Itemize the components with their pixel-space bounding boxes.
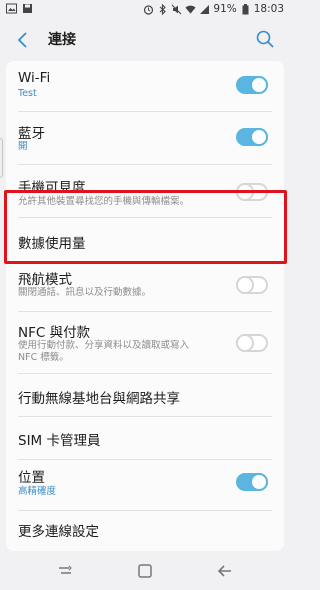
- image-icon: [6, 3, 17, 14]
- edge-panel-handle[interactable]: [0, 138, 3, 178]
- location-toggle[interactable]: [236, 473, 268, 491]
- setting-sub-line1: 使用行動付款、分享資料以及讀取或寫入: [18, 340, 190, 351]
- setting-row-location[interactable]: 位置 高精確度: [6, 460, 284, 510]
- setting-sub: 允許其他裝置尋找您的手機與傳輸檔案。: [18, 196, 190, 207]
- setting-label: 數據使用量: [18, 236, 86, 252]
- save-icon: [22, 3, 33, 14]
- setting-label: 飛航模式: [18, 272, 72, 288]
- setting-row-sim-manager[interactable]: SIM 卡管理員: [6, 417, 284, 459]
- setting-sub: 高精確度: [18, 486, 57, 497]
- setting-label: 更多連線設定: [18, 524, 99, 540]
- back-arrow-icon[interactable]: [12, 28, 36, 52]
- setting-label: SIM 卡管理員: [18, 433, 101, 449]
- setting-row-more-connection[interactable]: 更多連線設定: [6, 511, 284, 551]
- setting-row-hotspot[interactable]: 行動無線基地台與網路共享: [6, 374, 284, 416]
- mute-icon: [171, 4, 182, 15]
- airplane-toggle[interactable]: [236, 276, 268, 294]
- setting-row-phone-visibility[interactable]: 手機可見度 允許其他裝置尋找您的手機與傳輸檔案。: [6, 165, 284, 217]
- bluetooth-toggle[interactable]: [236, 128, 268, 146]
- page-title: 連接: [48, 32, 76, 48]
- setting-row-airplane-mode[interactable]: 飛航模式 關閉通話、訊息以及行動數據。: [6, 264, 284, 314]
- setting-label: 藍牙: [18, 126, 45, 142]
- setting-label: 行動無線基地台與網路共享: [18, 391, 180, 407]
- battery-icon: [240, 3, 251, 15]
- recents-icon[interactable]: [55, 562, 75, 580]
- alarm-icon: [143, 4, 154, 15]
- clock: 18:03: [253, 3, 284, 15]
- signal-icon: [199, 4, 210, 15]
- setting-label: NFC 與付款: [18, 325, 91, 341]
- settings-list: Wi-Fi Test 藍牙 開 手機可見度 允許其他裝置尋找您的手機與傳輸檔案。…: [6, 61, 284, 551]
- search-icon[interactable]: [254, 28, 276, 50]
- setting-sub: 關閉通話、訊息以及行動數據。: [18, 287, 152, 298]
- app-bar: 連接: [0, 20, 290, 60]
- setting-row-nfc[interactable]: NFC 與付款 使用行動付款、分享資料以及讀取或寫入 NFC 標籤。: [6, 312, 284, 372]
- nav-bar: [0, 552, 290, 590]
- wifi-toggle[interactable]: [236, 76, 268, 94]
- status-right: 91% 18:03: [143, 3, 284, 15]
- status-left: [6, 3, 33, 14]
- setting-row-wifi[interactable]: Wi-Fi Test: [6, 61, 284, 111]
- back-nav-icon[interactable]: [215, 562, 235, 580]
- visibility-toggle[interactable]: [236, 183, 268, 201]
- status-bar: 91% 18:03: [0, 0, 290, 20]
- setting-label: 位置: [18, 470, 45, 486]
- nfc-toggle[interactable]: [236, 334, 268, 352]
- setting-row-data-usage[interactable]: 數據使用量: [6, 218, 284, 263]
- wifi-icon: [185, 4, 196, 15]
- battery-percent: 91%: [213, 3, 237, 15]
- home-icon[interactable]: [135, 562, 155, 580]
- setting-sub: 開: [18, 141, 28, 152]
- bluetooth-icon: [157, 3, 168, 15]
- setting-sub: Test: [18, 88, 37, 99]
- setting-label: 手機可見度: [18, 180, 86, 196]
- setting-label: Wi-Fi: [18, 70, 51, 86]
- setting-sub-line2: NFC 標籤。: [18, 352, 69, 363]
- setting-row-bluetooth[interactable]: 藍牙 開: [6, 112, 284, 164]
